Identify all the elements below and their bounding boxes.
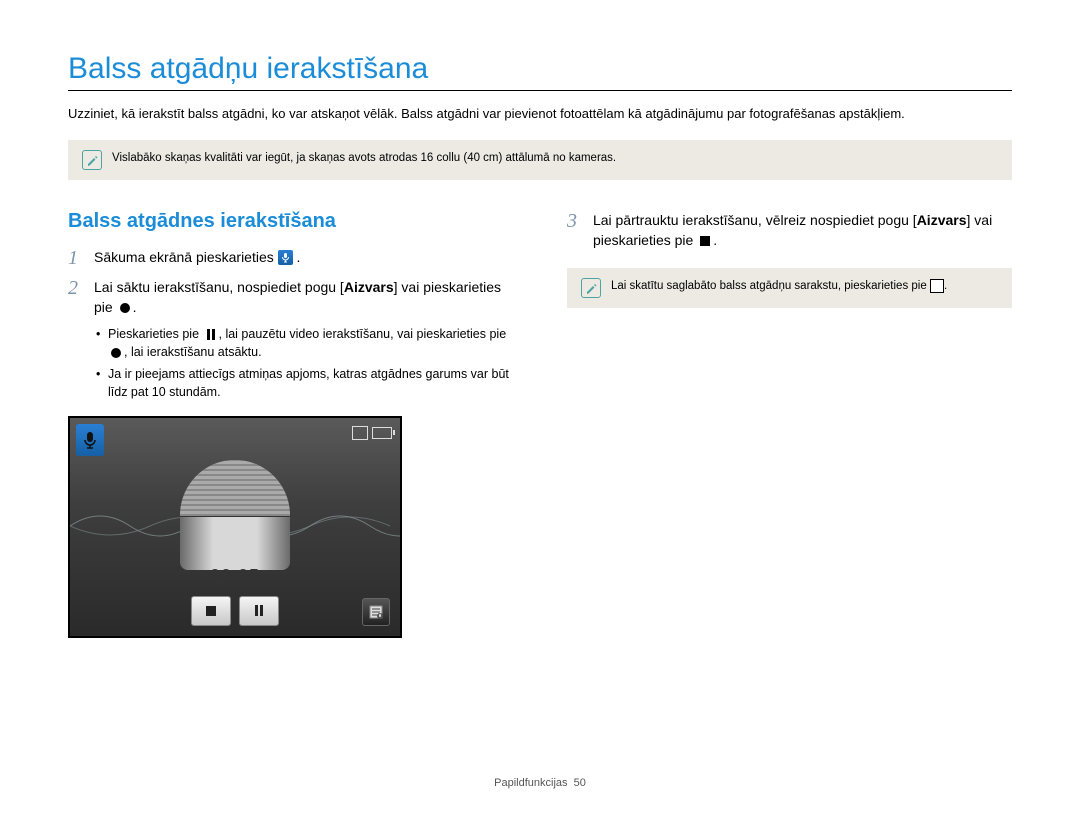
recorder-status-icons [352,426,392,440]
recordings-list-icon [930,279,944,293]
stop-icon [697,233,713,249]
recording-timer: 00:05 [210,566,260,587]
b1a: Pieskarieties pie [108,327,203,341]
footer-section: Papildfunkcijas [494,777,567,789]
step2-bullet-1: Pieskarieties pie , lai pauzētu video ie… [96,325,523,361]
step2-text-a: Lai sāktu ierakstīšanu, nospiediet pogu … [94,279,344,295]
step-3: 3 Lai pārtrauktu ierakstīšanu, vēlreiz n… [567,210,1012,251]
mic-app-icon [278,250,293,265]
page-footer: Papildfunkcijas 50 [0,777,1080,789]
b1c: , lai ierakstīšanu atsāktu. [124,345,262,359]
note-box-1: Vislabāko skaņas kvalitāti var iegūt, ja… [68,140,1012,180]
sd-card-icon [352,426,368,440]
step3-bold: Aizvars [917,212,967,228]
recordings-list-button[interactable] [362,598,390,626]
footer-page: 50 [574,777,586,789]
step2-text-c: . [133,299,137,315]
microphone-graphic [180,460,290,570]
note-box-2: Lai skatītu saglabāto balss atgādņu sara… [567,268,1012,308]
step3-text-c: . [713,232,717,248]
section-heading: Balss atgādnes ierakstīšana [68,210,523,233]
step1-text-a: Sākuma ekrānā pieskarieties [94,249,278,265]
note-1-text: Vislabāko skaņas kvalitāti var iegūt, ja… [112,150,616,166]
step-2: 2 Lai sāktu ierakstīšanu, nospiediet pog… [68,277,523,318]
intro-text: Uzziniet, kā ierakstīt balss atgādni, ko… [68,104,1012,124]
pause-icon [203,327,219,343]
record-icon-2 [108,345,124,361]
step1-text-b: . [297,249,301,265]
recorder-mode-icon [76,424,104,456]
stop-button[interactable] [191,596,231,626]
note2-b: . [944,280,947,292]
step2-bullet-2: Ja ir pieejams attiecīgs atmiņas apjoms,… [96,365,523,401]
pencil-note-icon [82,150,102,170]
pause-button[interactable] [239,596,279,626]
title-rule [68,90,1012,91]
step-num-3: 3 [567,210,583,232]
step-1: 1 Sākuma ekrānā pieskarieties . [68,247,523,269]
step3-text-a: Lai pārtrauktu ierakstīšanu, vēlreiz nos… [593,212,917,228]
note2-a: Lai skatītu saglabāto balss atgādņu sara… [611,280,930,292]
battery-icon [372,427,392,439]
pencil-note-icon-2 [581,278,601,298]
step2-bold: Aizvars [344,279,394,295]
recorder-screenshot: 00:05 [68,416,402,638]
record-icon [117,300,133,316]
step-num-2: 2 [68,277,84,299]
b1b: , lai pauzētu video ierakstīšanu, vai pi… [219,327,507,341]
page-title: Balss atgādņu ierakstīšana [68,52,1012,86]
step-num-1: 1 [68,247,84,269]
